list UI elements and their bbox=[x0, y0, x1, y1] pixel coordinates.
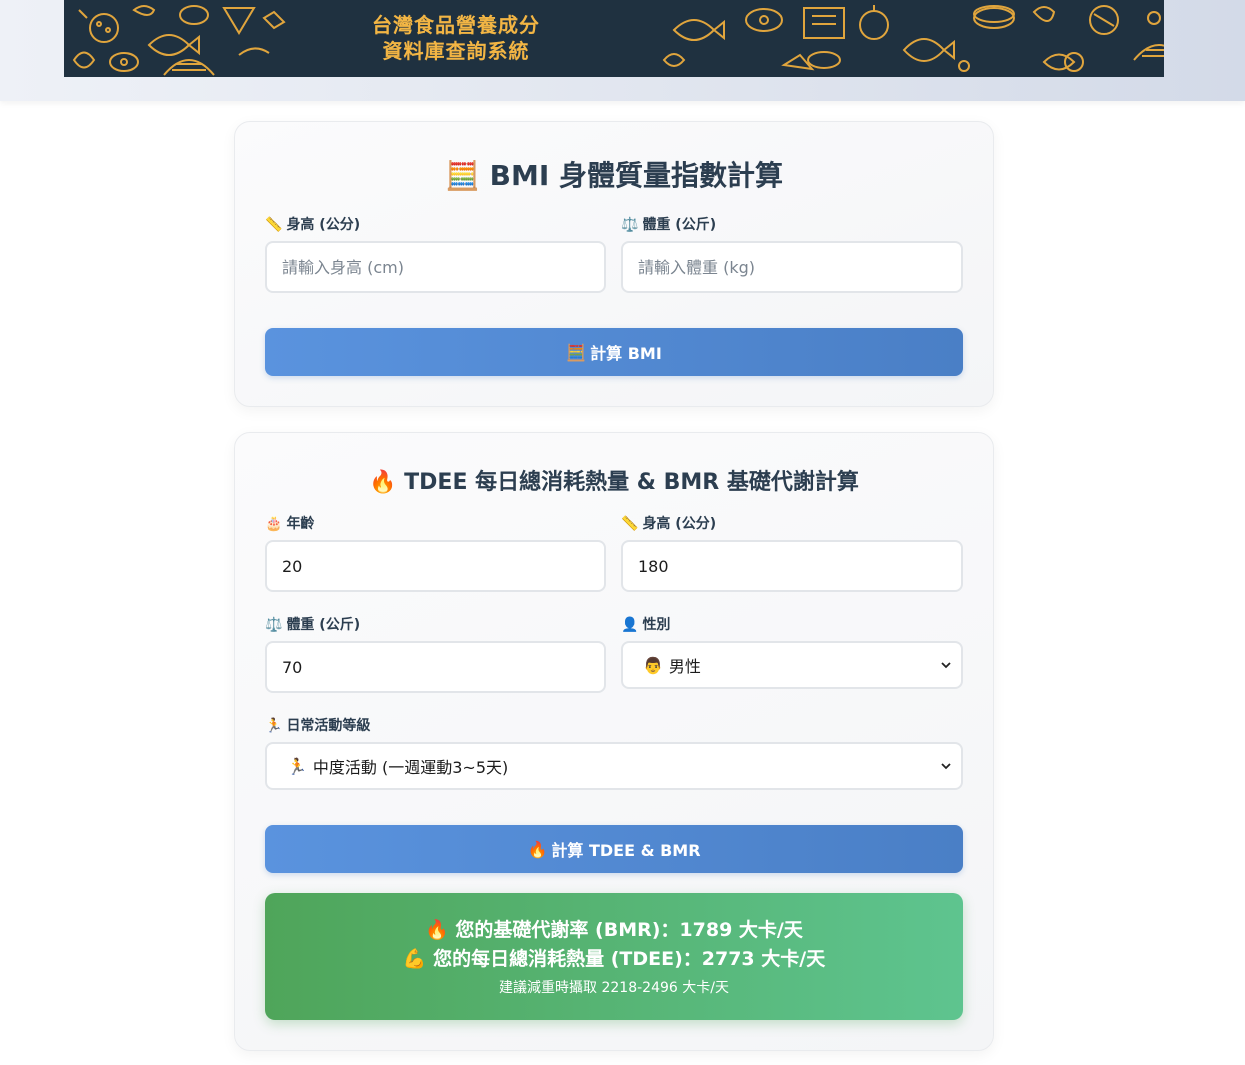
tdee-title-text: TDEE 每日總消耗熱量 & BMR 基礎代謝計算 bbox=[404, 470, 859, 495]
header: 台灣食品營養成分 資料庫查詢系統 bbox=[0, 0, 1245, 101]
person-icon: 👤 bbox=[621, 617, 639, 633]
site-title-line2: 資料庫查詢系統 bbox=[382, 39, 530, 63]
fire-icon: 🔥 bbox=[425, 919, 449, 941]
age-label: 🎂 年齡 bbox=[265, 513, 314, 533]
flexed-bicep-icon: 💪 bbox=[402, 948, 427, 970]
running-icon: 🏃 bbox=[287, 756, 307, 776]
abacus-icon: 🧮 bbox=[566, 342, 587, 362]
calculate-tdee-button[interactable]: 🔥 計算 TDEE & BMR bbox=[265, 825, 963, 873]
site-banner: 台灣食品營養成分 資料庫查詢系統 bbox=[64, 0, 1164, 77]
tdee-result-panel: 🔥 您的基礎代謝率 (BMR)：1789 大卡/天 💪 您的每日總消耗熱量 (T… bbox=[265, 893, 963, 1020]
age-label-text: 年齡 bbox=[286, 516, 315, 532]
activity-selected-value: 中度活動 (一週運動3~5天) bbox=[312, 758, 509, 777]
gender-selected-value: 男性 bbox=[668, 657, 701, 676]
bmi-weight-input[interactable] bbox=[621, 241, 963, 293]
chevron-down-icon bbox=[941, 763, 951, 770]
ruler-icon: 📏 bbox=[621, 516, 639, 532]
bmi-title-text: BMI 身體質量指數計算 bbox=[489, 159, 783, 192]
ruler-icon: 📏 bbox=[265, 217, 283, 233]
weight-loss-advice: 建議減重時攝取 2218-2496 大卡/天 bbox=[499, 980, 729, 996]
tdee-height-label: 📏 身高 (公分) bbox=[621, 513, 716, 533]
activity-label: 🏃 日常活動等級 bbox=[265, 715, 370, 735]
activity-label-text: 日常活動等級 bbox=[286, 718, 371, 734]
running-icon: 🏃 bbox=[265, 718, 283, 734]
scale-icon: ⚖️ bbox=[621, 217, 639, 233]
calculate-bmi-button[interactable]: 🧮 計算 BMI bbox=[265, 328, 963, 376]
fire-icon: 🔥 bbox=[369, 470, 397, 495]
gender-label: 👤 性別 bbox=[621, 614, 670, 634]
bmi-card-title: 🧮 BMI 身體質量指數計算 bbox=[235, 154, 993, 194]
bmi-calculator-card: 🧮 BMI 身體質量指數計算 📏身高 (公分) ⚖️體重 (公斤) 🧮 計算 B… bbox=[234, 121, 994, 407]
tdee-result: 💪 您的每日總消耗熱量 (TDEE)：2773 大卡/天 bbox=[265, 944, 963, 971]
abacus-icon: 🧮 bbox=[445, 159, 480, 192]
activity-level-select[interactable]: 🏃 中度活動 (一週運動3~5天) bbox=[265, 742, 963, 790]
fire-icon: 🔥 bbox=[527, 839, 548, 859]
tdee-calculator-card: 🔥 TDEE 每日總消耗熱量 & BMR 基礎代謝計算 🎂年齡 📏身高 (公分)… bbox=[234, 432, 994, 1051]
man-icon: 👨 bbox=[643, 655, 663, 675]
calculate-tdee-label: 計算 TDEE & BMR bbox=[551, 841, 701, 860]
bmi-height-label-text: 身高 (公分) bbox=[286, 217, 361, 233]
tdee-result-text: 您的每日總消耗熱量 (TDEE)：2773 大卡/天 bbox=[433, 948, 826, 970]
tdee-height-label-text: 身高 (公分) bbox=[642, 516, 717, 532]
bmr-result: 🔥 您的基礎代謝率 (BMR)：1789 大卡/天 bbox=[265, 915, 963, 942]
tdee-height-input[interactable] bbox=[621, 540, 963, 592]
gender-select[interactable]: 👨 男性 bbox=[621, 641, 963, 689]
age-input[interactable] bbox=[265, 540, 606, 592]
birthday-cake-icon: 🎂 bbox=[265, 516, 283, 532]
tdee-weight-input[interactable] bbox=[265, 641, 606, 693]
gender-label-text: 性別 bbox=[642, 617, 671, 633]
site-title: 台灣食品營養成分 資料庫查詢系統 bbox=[296, 12, 616, 64]
calculate-bmi-label: 計算 BMI bbox=[590, 344, 662, 363]
bmi-height-label: 📏 身高 (公分) bbox=[265, 214, 360, 234]
scale-icon: ⚖️ bbox=[265, 617, 283, 633]
chevron-down-icon bbox=[941, 662, 951, 669]
tdee-weight-label-text: 體重 (公斤) bbox=[286, 617, 361, 633]
tdee-weight-label: ⚖️ 體重 (公斤) bbox=[265, 614, 360, 634]
tdee-card-title: 🔥 TDEE 每日總消耗熱量 & BMR 基礎代謝計算 bbox=[235, 464, 993, 496]
bmi-weight-label-text: 體重 (公斤) bbox=[642, 217, 717, 233]
bmi-weight-label: ⚖️ 體重 (公斤) bbox=[621, 214, 716, 234]
site-title-line1: 台灣食品營養成分 bbox=[372, 13, 540, 37]
bmr-result-text: 您的基礎代謝率 (BMR)：1789 大卡/天 bbox=[455, 919, 803, 941]
bmi-height-input[interactable] bbox=[265, 241, 606, 293]
